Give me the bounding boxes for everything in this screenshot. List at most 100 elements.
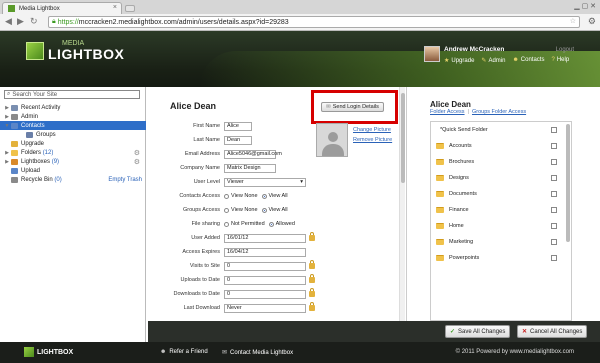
sidebar-item-groups[interactable]: Groups [0,130,146,139]
sidebar-item-lightboxes[interactable]: ▶ Lightboxes (9) ⚙ [0,157,146,166]
folder-item[interactable]: Powerpoints [431,250,571,266]
folder-item[interactable]: Finance [431,202,571,218]
cancel-all-changes-button[interactable]: ✕ Cancel All Changes [517,325,588,338]
tab-groups-folder-access[interactable]: Groups Folder Access [472,109,526,115]
tab-folder-access[interactable]: Folder Access [430,109,465,115]
logo[interactable]: MEDIA LIGHTBOX [26,40,124,61]
tab-close-icon[interactable]: × [113,4,117,11]
radio-view-none[interactable]: View None [224,207,258,213]
expand-arrow-icon[interactable]: ▶ [3,150,11,156]
field-row-user-added: User Added 16/01/12 [148,232,398,243]
folder-access-checkbox[interactable] [551,143,557,149]
expand-arrow-icon[interactable]: ▼ [3,123,11,129]
field-label: Contacts Access [179,193,220,199]
uploads-to-date-field[interactable]: 0 [224,275,306,285]
radio-view-all[interactable]: View All [261,193,288,199]
wrench-icon: ✎ [481,58,487,64]
expand-arrow-icon[interactable]: ▶ [3,105,11,111]
favicon-icon [8,5,15,12]
downloads-to-date-field[interactable]: 0 [224,289,306,299]
folder-item[interactable]: Marketing [431,234,571,250]
folder-label: Documents [449,191,477,197]
radio-view-none[interactable]: View None [224,193,258,199]
folder-access-checkbox[interactable] [551,255,557,261]
save-all-changes-button[interactable]: ✓ Save All Changes [445,325,511,338]
sidebar-item-contacts[interactable]: ▼ Contacts [0,121,146,130]
user-panel: Andrew McCracken ★ Upgrade ✎ Admin ☻ Contac… [424,46,569,64]
folder-icon [436,175,444,181]
field-label: Last Name [193,137,220,143]
visits-to-site-field[interactable]: 0 [224,261,306,271]
search-input[interactable]: ⌕ Search Your Site [4,90,140,99]
contacts-icon [11,122,18,129]
address-bar[interactable]: 🔒︎ https:// mccracken2.medialightbox.com… [48,16,580,28]
bookmark-star-icon[interactable]: ☆ [570,17,576,25]
gear-icon[interactable]: ⚙ [134,149,140,157]
sidebar-item-recycle-bin[interactable]: Recycle Bin (0) Empty Trash [0,175,146,184]
folder-item[interactable]: Home [431,218,571,234]
details-scrollbar[interactable] [399,87,405,321]
back-icon[interactable]: ◀ [5,16,12,27]
footer: LIGHTBOX ☻ Refer a Friend ✉ Contact Media … [0,342,600,363]
field-row-company-name: Company Name Matrix Design [148,163,398,173]
radio-view-all[interactable]: View All [261,207,288,213]
expand-arrow-icon[interactable]: ▶ [3,159,11,165]
folder-item[interactable]: Documents [431,186,571,202]
folder-item[interactable]: Designs [431,170,571,186]
new-tab-button[interactable] [125,5,135,12]
email-address-field[interactable]: Alice5046@gmail.com [224,149,282,159]
radio-allowed[interactable]: Allowed [268,221,295,227]
sidebar-item-admin[interactable]: ▶ Admin [0,112,146,121]
menu-help[interactable]: ? Help [551,57,569,64]
menu-admin[interactable]: ✎ Admin [481,57,505,64]
browser-tab[interactable]: Media Lightbox × [2,2,122,14]
folder-access-checkbox[interactable] [551,159,557,165]
folder-item[interactable]: *Quick Send Folder [431,122,571,138]
search-placeholder: Search Your Site [12,91,58,98]
folders-icon [11,149,18,156]
lock-icon [309,302,315,311]
folder-access-checkbox[interactable] [551,223,557,229]
folder-access-checkbox[interactable] [551,191,557,197]
last-download-field[interactable]: Never [224,303,306,313]
folder-item[interactable]: Accounts [431,138,571,154]
sidebar-item-upload[interactable]: Upload [0,166,146,175]
empty-trash-link[interactable]: Empty Trash [108,177,142,183]
user-added-field[interactable]: 16/01/12 [224,233,306,243]
gear-icon[interactable]: ⚙ [134,158,140,166]
forward-icon[interactable]: ▶ [17,16,24,27]
sidebar-item-recent-activity[interactable]: ▶ Recent Activity [0,103,146,112]
company-name-field[interactable]: Matrix Design [224,163,276,173]
access-expires-field[interactable]: 16/04/12 [224,247,306,257]
folder-icon [436,191,444,197]
folder-access-checkbox[interactable] [551,207,557,213]
expand-arrow-icon[interactable]: ▶ [3,114,11,120]
menu-contacts[interactable]: ☻ Contacts [512,57,544,64]
user-level-select[interactable]: Viewer ▾ [224,177,306,187]
sidebar-item-folders[interactable]: ▶ Folders (12) ⚙ [0,148,146,157]
radio-not-permitted[interactable]: Not Permitted [224,221,265,227]
folder-label: Accounts [449,143,472,149]
folder-access-checkbox[interactable] [551,127,557,133]
avatar[interactable] [424,46,440,62]
field-row-visits-to-site: Visits to Site 0 [148,260,398,271]
browser-menu-icon[interactable]: ⚙ [588,16,596,27]
menu-upgrade[interactable]: ★ Upgrade [444,57,474,64]
footer-logo[interactable]: LIGHTBOX [24,347,73,357]
contact-link[interactable]: ✉ Contact Media Lightbox [222,349,293,357]
star-icon: ★ [444,58,450,64]
folder-item[interactable]: Brochures [431,154,571,170]
upload-icon [11,167,18,174]
folder-label: Marketing [449,239,474,245]
folder-access-checkbox[interactable] [551,175,557,181]
folder-access-checkbox[interactable] [551,239,557,245]
refer-friend-link[interactable]: ☻ Refer a Friend [160,349,208,355]
folder-icon [436,207,444,213]
sidebar-item-upgrade[interactable]: Upgrade [0,139,146,148]
logout-link[interactable]: Logout [556,47,574,53]
window-controls[interactable]: ▁ ▢ ✕ [574,2,596,10]
first-name-field[interactable]: Alice [224,121,252,131]
reload-icon[interactable]: ↻ [30,16,38,27]
last-name-field[interactable]: Dean [224,135,252,145]
lock-icon [309,232,315,241]
